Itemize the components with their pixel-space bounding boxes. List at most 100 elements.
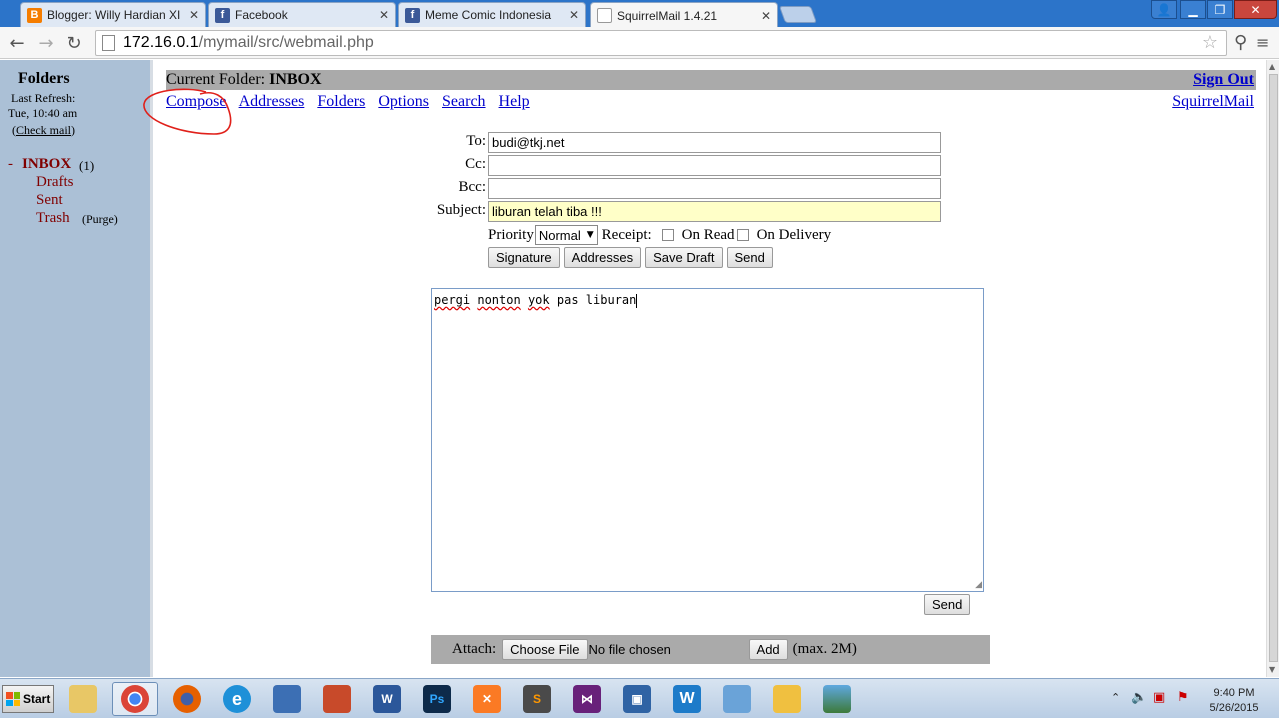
chrome-taskbar-icon[interactable] [112, 682, 158, 716]
virtualbox-taskbar-icon[interactable]: ▣ [614, 682, 660, 716]
subject-label: Subject: [436, 202, 486, 218]
purge-link[interactable]: Purge [86, 212, 114, 226]
url-host: 172.16.0.1 [123, 34, 199, 51]
close-icon[interactable]: ✕ [189, 8, 199, 22]
save-draft-button[interactable]: Save Draft [645, 247, 723, 268]
new-tab-button[interactable] [778, 6, 818, 23]
tab-blogger[interactable]: B Blogger: Willy Hardian XI TKJ ✕ [20, 2, 206, 27]
sidebar-item-trash[interactable]: Trash [36, 210, 70, 227]
virtualbox-icon: ▣ [623, 685, 651, 713]
attach-label: Attach: [452, 641, 497, 657]
photoshop-taskbar-icon[interactable]: Ps [414, 682, 460, 716]
priority-select[interactable]: Normal ▼ [534, 225, 598, 245]
scrollbar[interactable]: ▲ ▼ [1266, 60, 1279, 677]
scrollbar-thumb[interactable] [1269, 74, 1278, 662]
back-icon[interactable]: ← [5, 31, 29, 55]
visual-studio-icon: ⋈ [573, 685, 601, 713]
addresses-button[interactable]: Addresses [563, 247, 642, 268]
menu-folders[interactable]: Folders [317, 93, 365, 110]
send-bottom-wrapper: Send [924, 594, 974, 615]
book-icon [323, 685, 351, 713]
choose-file-button[interactable]: Choose File [502, 639, 588, 660]
ie-taskbar-icon[interactable]: e [214, 682, 260, 716]
close-icon[interactable]: ✕ [379, 8, 389, 22]
priority-value: Normal [538, 227, 581, 243]
tab-squirrelmail[interactable]: SquirrelMail 1.4.21 ✕ [590, 2, 778, 28]
explorer-taskbar-icon[interactable] [60, 682, 106, 716]
book-taskbar-icon[interactable] [314, 682, 360, 716]
sidebar-item-sent[interactable]: Sent [36, 192, 63, 209]
signature-button[interactable]: Signature [488, 247, 560, 268]
compose-frame: Current Folder: INBOX Sign Out Compose A… [143, 60, 1266, 677]
sidebar-item-drafts[interactable]: Drafts [36, 174, 74, 191]
restore-icon[interactable]: ❐ [1207, 0, 1233, 19]
bcc-field[interactable] [488, 178, 941, 199]
sidebar-item-inbox[interactable]: INBOX [22, 156, 71, 173]
photo-viewer-taskbar-icon[interactable] [814, 682, 860, 716]
add-button[interactable]: Add [748, 639, 788, 660]
menu-search[interactable]: Search [442, 93, 486, 110]
menu-addresses[interactable]: Addresses [239, 93, 305, 110]
network-icon [273, 685, 301, 713]
forward-icon[interactable]: → [34, 31, 58, 55]
chevron-down-icon: ▼ [586, 230, 594, 240]
winbox-taskbar-icon[interactable]: W [664, 682, 710, 716]
xampp-taskbar-icon[interactable]: ✕ [464, 682, 510, 716]
current-folder-bar: Current Folder: INBOX Sign Out [166, 70, 1256, 90]
tab-title: Facebook [235, 8, 288, 22]
no-file-text: No file chosen [588, 642, 671, 657]
tab-meme-comic[interactable]: f Meme Comic Indonesia ✕ [398, 2, 586, 27]
attach-bar: Attach: Choose File No file chosen Add (… [431, 635, 990, 664]
body-word: pergi [434, 293, 471, 307]
user-icon[interactable]: 👤 [1151, 0, 1177, 19]
address-bar[interactable]: 172.16.0.1/mymail/src/webmail.php ☆ [95, 30, 1227, 56]
outlook-icon [773, 685, 801, 713]
folder-sidebar: Folders Last Refresh: Tue, 10:40 am (Che… [0, 60, 153, 677]
resize-grip-icon[interactable]: ◢ [975, 580, 982, 590]
send-button[interactable]: Send [726, 247, 773, 268]
cc-field[interactable] [488, 155, 941, 176]
menu-icon[interactable]: ≡ [1256, 33, 1269, 52]
compose-buttons: Signature Addresses Save Draft Send [488, 247, 777, 268]
extension-icon[interactable]: ⚲ [1234, 32, 1247, 53]
start-button[interactable]: Start [2, 685, 54, 713]
message-body-textarea[interactable]: pergi nonton yok pas liburan ◢ [431, 288, 984, 592]
close-window-icon[interactable]: ✕ [1234, 0, 1277, 19]
speaker-icon[interactable]: 🔈 [1131, 690, 1147, 705]
folder-icon [69, 685, 97, 713]
network-taskbar-icon[interactable] [264, 682, 310, 716]
close-icon[interactable]: ✕ [761, 9, 771, 23]
squirrelmail-link[interactable]: SquirrelMail [1172, 93, 1254, 111]
photoshop-icon: Ps [423, 685, 451, 713]
winbox-icon: W [673, 685, 701, 713]
sign-out-link[interactable]: Sign Out [1193, 71, 1254, 89]
control-panel-taskbar-icon[interactable] [714, 682, 760, 716]
internet-explorer-icon: e [223, 685, 251, 713]
to-field[interactable]: budi@tkj.net [488, 132, 941, 153]
minimize-icon[interactable]: ▁ [1180, 0, 1206, 19]
tab-facebook[interactable]: f Facebook ✕ [208, 2, 396, 27]
bookmark-star-icon[interactable]: ☆ [1202, 32, 1218, 53]
send-bottom-button[interactable]: Send [924, 594, 971, 615]
priority-label: Priority [488, 226, 534, 243]
visual-studio-taskbar-icon[interactable]: ⋈ [564, 682, 610, 716]
firefox-taskbar-icon[interactable] [164, 682, 210, 716]
reload-icon[interactable]: ↻ [62, 31, 86, 55]
menu-options[interactable]: Options [378, 93, 429, 110]
show-hidden-icons[interactable]: ⌃ [1111, 691, 1120, 704]
close-icon[interactable]: ✕ [569, 8, 579, 22]
scroll-up-icon[interactable]: ▲ [1269, 62, 1275, 71]
subject-field[interactable]: liburan telah tiba !!! [488, 201, 941, 222]
outlook-taskbar-icon[interactable] [764, 682, 810, 716]
network-status-icon[interactable]: ▣ [1153, 690, 1165, 705]
check-mail-link[interactable]: Check mail [16, 123, 71, 137]
on-delivery-checkbox[interactable] [736, 229, 749, 241]
scroll-down-icon[interactable]: ▼ [1269, 665, 1275, 674]
action-center-icon[interactable]: ⚑ [1177, 690, 1189, 705]
on-read-checkbox[interactable] [661, 229, 674, 241]
clock[interactable]: 9:40 PM 5/26/2015 [1202, 686, 1266, 716]
sublime-taskbar-icon[interactable]: S [514, 682, 560, 716]
max-size-label: (max. 2M) [792, 641, 857, 657]
word-taskbar-icon[interactable]: W [364, 682, 410, 716]
menu-help[interactable]: Help [499, 93, 530, 110]
